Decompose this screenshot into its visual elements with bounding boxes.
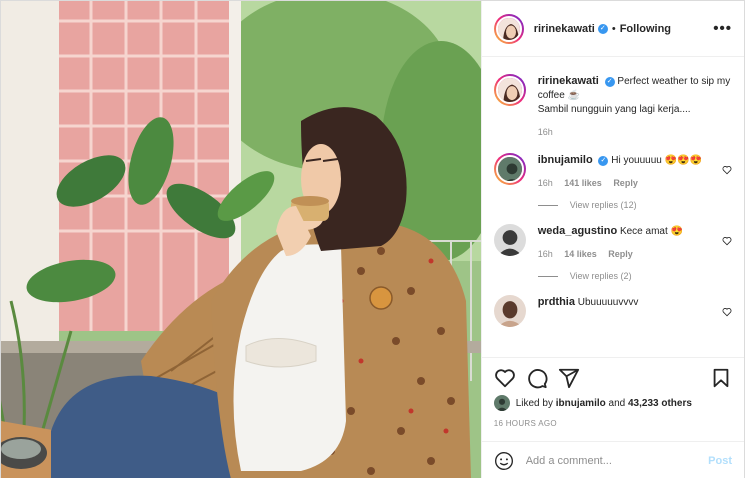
comment-likes[interactable]: 141 likes [564,178,602,188]
comment-avatar[interactable] [493,224,526,256]
view-replies-button[interactable]: View replies (2) [537,271,732,281]
comment-avatar[interactable] [493,295,526,327]
more-options-icon[interactable]: ••• [713,20,732,37]
comment-like-heart-icon[interactable] [722,165,732,175]
comment-avatar[interactable] [493,153,526,185]
header-separator: • [611,22,616,35]
comment-avatar-image [493,295,526,327]
caption-time[interactable]: 16h [538,127,553,137]
comment: prdthia Ubuuuuuvvvv [493,295,732,327]
comment-text: Kece amat 😍 [619,226,683,237]
verified-badge-icon: ✓ [604,77,615,87]
caption-avatar-image [497,78,522,102]
comments-list[interactable]: ririnekawati ✓ Perfect weather to sip my… [482,58,744,356]
comment-username[interactable]: weda_agustino [538,225,617,237]
comment-like-heart-icon[interactable] [722,236,732,246]
caption-username[interactable]: ririnekawati [538,75,599,87]
caption-avatar[interactable] [493,74,526,106]
comment: ibnujamilo ✓ Hi youuuuu 😍😍😍 16h 141 like… [493,153,732,190]
reply-button[interactable]: Reply [608,249,633,259]
caption: ririnekawati ✓ Perfect weather to sip my… [493,74,732,139]
comment-likes[interactable]: 14 likes [564,249,597,259]
comment-username[interactable]: prdthia [538,296,575,308]
action-bar [481,357,744,397]
following-button[interactable]: Following [620,23,671,35]
author-avatar-image [497,17,520,40]
replies-divider [537,275,558,277]
liked-by-avatar[interactable] [493,395,510,411]
post-photo[interactable] [1,1,481,478]
author-avatar[interactable] [493,13,524,44]
view-replies-label: View replies (12) [569,200,637,210]
comment-avatar-image [493,224,526,256]
add-comment-bar: Post [481,441,744,478]
instagram-post: ririnekawati ✓ • Following ••• ririnekaw… [0,0,745,478]
heart-icon[interactable] [494,367,516,389]
add-comment-input[interactable] [525,454,709,467]
smiley-icon[interactable] [494,451,514,471]
liked-by-prefix: Liked by [515,397,553,409]
photo-illustration [1,1,481,478]
comment-avatar-image [497,157,522,181]
comment-text: Ubuuuuuvvvv [577,297,639,308]
comment-time[interactable]: 16h [538,178,553,188]
liked-by-conj: and [608,397,626,409]
comment-like-heart-icon[interactable] [722,307,732,317]
post-comment-button[interactable]: Post [708,455,732,467]
post-sidebar: ririnekawati ✓ • Following ••• ririnekaw… [480,1,744,478]
liked-by-user[interactable]: ibnujamilo [556,398,606,409]
replies-divider [537,204,558,206]
view-replies-label: View replies (2) [569,271,632,281]
coffee-emoji-icon: ☕ [567,90,580,101]
bookmark-icon[interactable] [710,367,732,389]
post-timestamp[interactable]: 16 HOURS AGO [494,419,557,428]
liked-by: Liked by ibnujamilo and 43,233 others [493,395,732,411]
author-username[interactable]: ririnekawati [534,23,595,35]
liked-by-others[interactable]: 43,233 others [628,398,692,409]
post-header: ririnekawati ✓ • Following ••• [481,1,744,57]
caption-line-2: Sambil nungguin yang lagi kerja.... [537,104,691,115]
comment-time[interactable]: 16h [538,249,553,259]
liked-by-avatar-image [493,395,510,411]
reply-button[interactable]: Reply [613,178,638,188]
verified-badge-icon: ✓ [597,23,608,34]
comment-username[interactable]: ibnujamilo [538,154,593,166]
paper-plane-icon[interactable] [558,367,580,389]
comment-icon[interactable] [526,367,548,389]
comment-text: Hi youuuuu 😍😍😍 [611,155,702,166]
verified-badge-icon: ✓ [598,156,609,166]
view-replies-button[interactable]: View replies (12) [537,200,732,210]
comment: weda_agustino Kece amat 😍 16h 14 likes R… [493,224,732,261]
